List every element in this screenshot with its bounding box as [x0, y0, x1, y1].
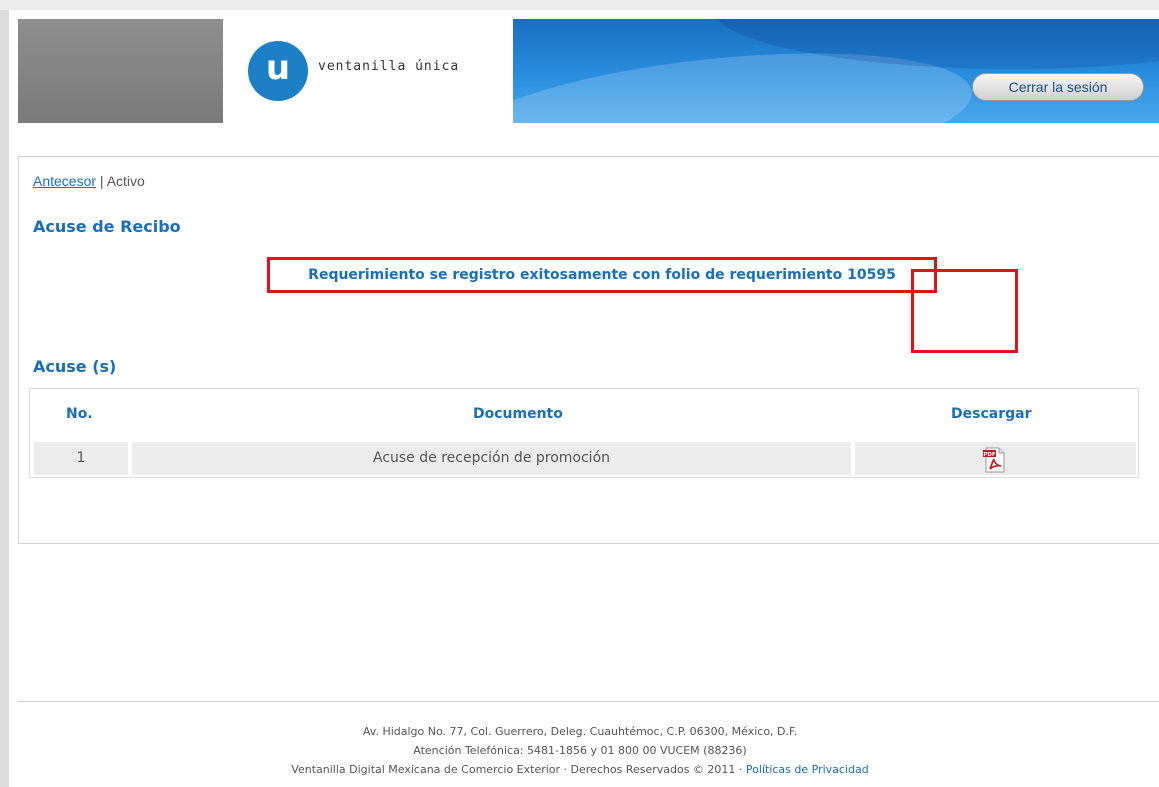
left-edge [0, 10, 9, 787]
privacy-policy-link[interactable]: Políticas de Privacidad [746, 763, 869, 776]
svg-text:PDF: PDF [983, 452, 996, 458]
breadcrumb-link-antecesor[interactable]: Antecesor [33, 173, 96, 189]
footer-divider [18, 701, 1159, 702]
acuses-table: No. Documento Descargar 1 Acuse de recep… [29, 388, 1139, 478]
footer-address: Av. Hidalgo No. 77, Col. Guerrero, Deleg… [362, 725, 798, 738]
site-footer: Av. Hidalgo No. 77, Col. Guerrero, Deleg… [18, 722, 1142, 779]
column-header-documento: Documento [473, 406, 563, 422]
success-message-highlight: Requerimiento se registro exitosamente c… [267, 257, 937, 293]
table-row: 1 Acuse de recepción de promoción [34, 442, 1136, 475]
download-highlight [911, 269, 1018, 353]
breadcrumb-separator: | [96, 173, 107, 189]
header-gray-block [18, 19, 223, 123]
column-header-descargar: Descargar [951, 406, 1032, 422]
logout-button[interactable]: Cerrar la sesión [972, 73, 1144, 101]
cell-no: 1 [34, 442, 128, 475]
header-banner [513, 19, 1159, 123]
breadcrumb-current: Activo [106, 173, 145, 189]
footer-rights: Ventanilla Digital Mexicana de Comercio … [291, 763, 746, 776]
logo-text: ventanilla única [318, 59, 460, 74]
acuses-title: Acuse (s) [33, 357, 117, 376]
brand-logo: u ventanilla única [223, 19, 514, 123]
page: u ventanilla única Cerrar la sesión Ante… [0, 0, 1159, 787]
breadcrumb: Antecesor | Activo [33, 173, 145, 189]
site-header: u ventanilla única Cerrar la sesión [18, 19, 1159, 123]
column-header-no: No. [66, 406, 93, 422]
top-strip [0, 0, 1159, 10]
footer-phone: Atención Telefónica: 5481-1856 y 01 800 … [413, 744, 747, 757]
footer-rights-line: Ventanilla Digital Mexicana de Comercio … [18, 760, 1142, 779]
logo-u-icon: u [248, 41, 308, 101]
pdf-icon[interactable]: PDF [980, 446, 1008, 474]
acuse-recibo-title: Acuse de Recibo [33, 217, 181, 236]
cell-documento: Acuse de recepción de promoción [132, 442, 851, 475]
success-message: Requerimiento se registro exitosamente c… [308, 267, 896, 283]
